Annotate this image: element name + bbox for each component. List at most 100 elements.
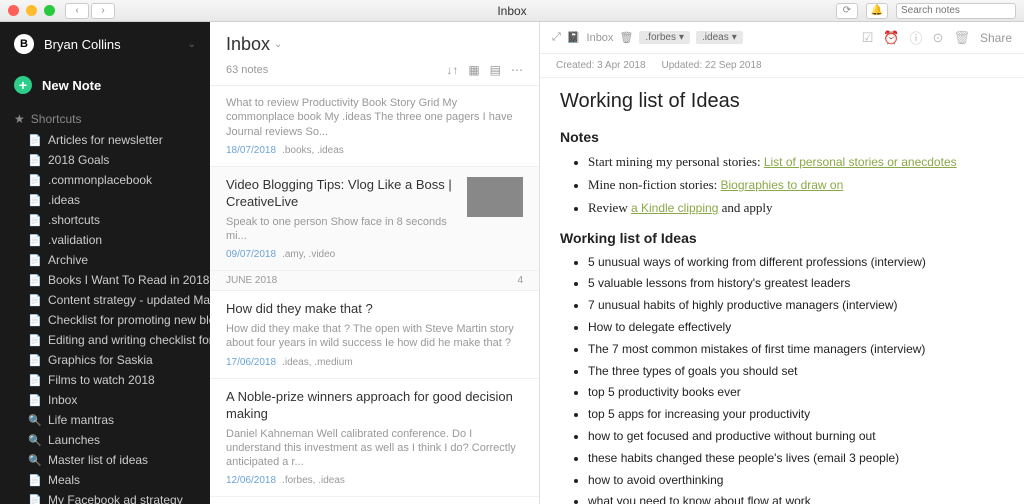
- breadcrumb: ⤢ 📓 Inbox 🗑 .forbes ▾ .ideas ▾ ☑ ⏰ ⓘ ⊙ 🗑…: [540, 22, 1024, 54]
- sidebar-item-label: .validation: [48, 233, 102, 247]
- note-icon: 📄: [28, 254, 40, 267]
- sidebar-item[interactable]: 📄Articles for newsletter: [0, 130, 210, 150]
- note-list[interactable]: What to review Productivity Book Story G…: [210, 86, 539, 504]
- sidebar-item-label: Articles for newsletter: [48, 133, 163, 147]
- app-logo-icon: B: [14, 34, 34, 54]
- sidebar-item[interactable]: 🔍Master list of ideas: [0, 450, 210, 470]
- list-item: Start mining my personal stories: List o…: [588, 153, 1004, 171]
- bell-icon[interactable]: 🔔: [866, 3, 888, 19]
- note-item[interactable]: How did they make that ?How did they mak…: [210, 291, 539, 378]
- sidebar-item-label: My Facebook ad strategy: [48, 493, 183, 504]
- sidebar-item[interactable]: 📄 Archive: [0, 250, 210, 270]
- new-note-button[interactable]: + New Note: [0, 66, 210, 104]
- window-title: Inbox: [497, 4, 526, 18]
- updated-date: Updated: 22 Sep 2018: [662, 60, 762, 71]
- note-icon: 📄: [28, 274, 40, 287]
- note-icon: 📄: [28, 374, 40, 387]
- notebook-crumb[interactable]: Inbox: [587, 32, 614, 44]
- info-icon[interactable]: ⓘ: [910, 28, 923, 47]
- sidebar-item-label: Archive: [48, 253, 88, 267]
- shortcuts-section: ★ Shortcuts: [0, 104, 210, 130]
- list-item: how to get focused and productive withou…: [588, 428, 1004, 445]
- sidebar-item[interactable]: 📄Books I Want To Read in 2018: [0, 270, 210, 290]
- new-note-label: New Note: [42, 78, 101, 93]
- note-item[interactable]: Video Blogging Tips: Vlog Like a Boss | …: [210, 167, 539, 271]
- note-item[interactable]: Forbes ideasLinear progression vs norm f…: [210, 497, 539, 504]
- sidebar-item[interactable]: 📄2018 Goals: [0, 150, 210, 170]
- note-item-tags: .forbes, .ideas: [282, 475, 345, 486]
- sidebar-item-label: Content strategy - updated Marc...: [48, 293, 210, 307]
- titlebar: ‹ › Inbox ⟳ 🔔: [0, 0, 1024, 22]
- back-button[interactable]: ‹: [65, 3, 89, 19]
- note-item[interactable]: What to review Productivity Book Story G…: [210, 86, 539, 167]
- view-icon[interactable]: ▦: [468, 63, 479, 77]
- list-item: 7 unusual habits of highly productive ma…: [588, 297, 1004, 314]
- note-content: ⤢ 📓 Inbox 🗑 .forbes ▾ .ideas ▾ ☑ ⏰ ⓘ ⊙ 🗑…: [540, 22, 1024, 504]
- thumbnail: [467, 177, 523, 217]
- note-item[interactable]: A Noble-prize winners approach for good …: [210, 379, 539, 498]
- sidebar-item[interactable]: 📄.validation: [0, 230, 210, 250]
- close-icon[interactable]: [8, 5, 19, 16]
- sidebar-item[interactable]: 📄.commonplacebook: [0, 170, 210, 190]
- sidebar-item-label: 2018 Goals: [48, 153, 109, 167]
- note-icon: 📄: [28, 214, 40, 227]
- sidebar-item[interactable]: 📄 My Facebook ad strategy: [0, 490, 210, 504]
- sidebar-item[interactable]: 📄Editing and writing checklist for...: [0, 330, 210, 350]
- note-title: Working list of Ideas: [560, 90, 1004, 113]
- shortcuts-label: Shortcuts: [31, 112, 82, 126]
- zoom-icon[interactable]: [44, 5, 55, 16]
- star-icon: ★: [14, 112, 25, 126]
- note-icon: 📄: [28, 294, 40, 307]
- tag-pill[interactable]: .forbes ▾: [639, 31, 690, 44]
- reminder-icon[interactable]: ☑: [862, 30, 874, 46]
- sidebar-item-label: .ideas: [48, 193, 80, 207]
- note-item-date: 18/07/2018: [226, 145, 276, 156]
- sidebar-item[interactable]: 📄 Content strategy - updated Marc...: [0, 290, 210, 310]
- delete-icon[interactable]: 🗑: [953, 30, 970, 46]
- sidebar-item[interactable]: 📄 Films to watch 2018: [0, 370, 210, 390]
- forward-button[interactable]: ›: [91, 3, 115, 19]
- more-icon[interactable]: ⋯: [511, 63, 523, 77]
- sidebar-item[interactable]: 📄Graphics for Saskia: [0, 350, 210, 370]
- list-item: top 5 apps for increasing your productiv…: [588, 406, 1004, 423]
- note-body[interactable]: Working list of Ideas Notes Start mining…: [540, 78, 1024, 504]
- sidebar-item[interactable]: 📄Inbox: [0, 390, 210, 410]
- list-item: top 5 productivity books ever: [588, 384, 1004, 401]
- sidebar-item-label: Films to watch 2018: [48, 373, 155, 387]
- note-link[interactable]: a Kindle clipping: [631, 201, 718, 215]
- note-item-preview: Daniel Kahneman Well calibrated conferen…: [226, 427, 523, 470]
- note-item-tags: .ideas, .medium: [282, 357, 353, 368]
- list-item: these habits changed these people's live…: [588, 450, 1004, 467]
- account-switcher[interactable]: B Bryan Collins ⌄: [0, 22, 210, 66]
- sync-icon[interactable]: ⟳: [836, 3, 858, 19]
- alarm-icon[interactable]: ⏰: [883, 30, 899, 46]
- tag-pill[interactable]: .ideas ▾: [696, 31, 743, 44]
- note-icon: 🔍: [28, 454, 40, 467]
- trash-icon[interactable]: 🗑: [619, 31, 633, 44]
- list-tools: ↓↑ ▦ ▤ ⋯: [446, 63, 523, 77]
- notebook-title[interactable]: Inbox ⌄: [226, 34, 282, 55]
- list-item: how to avoid overthinking: [588, 472, 1004, 489]
- sidebar-item[interactable]: 🔍Launches: [0, 430, 210, 450]
- sidebar-item[interactable]: 📄.ideas: [0, 190, 210, 210]
- plus-icon: +: [14, 76, 32, 94]
- note-icon: 📄: [28, 494, 40, 504]
- search-input[interactable]: [896, 3, 1016, 19]
- note-item-preview: What to review Productivity Book Story G…: [226, 96, 523, 139]
- filter-icon[interactable]: ▤: [490, 63, 501, 77]
- more-icon[interactable]: ⊙: [933, 30, 944, 46]
- share-button[interactable]: Share: [980, 31, 1012, 45]
- note-item-title: How did they make that ?: [226, 301, 523, 318]
- section-heading: Working list of Ideas: [560, 230, 1004, 246]
- note-link[interactable]: Biographies to draw on: [721, 178, 844, 192]
- minimize-icon[interactable]: [26, 5, 37, 16]
- created-date: Created: 3 Apr 2018: [556, 60, 646, 71]
- sidebar-item[interactable]: 📄Checklist for promoting new blo...: [0, 310, 210, 330]
- note-icon: 📄: [28, 394, 40, 407]
- sidebar-item[interactable]: 📄.shortcuts: [0, 210, 210, 230]
- sort-icon[interactable]: ↓↑: [446, 63, 458, 77]
- sidebar-item[interactable]: 📄Meals: [0, 470, 210, 490]
- expand-icon[interactable]: ⤢: [552, 31, 561, 44]
- note-link[interactable]: List of personal stories or anecdotes: [764, 155, 957, 169]
- sidebar-item[interactable]: 🔍Life mantras: [0, 410, 210, 430]
